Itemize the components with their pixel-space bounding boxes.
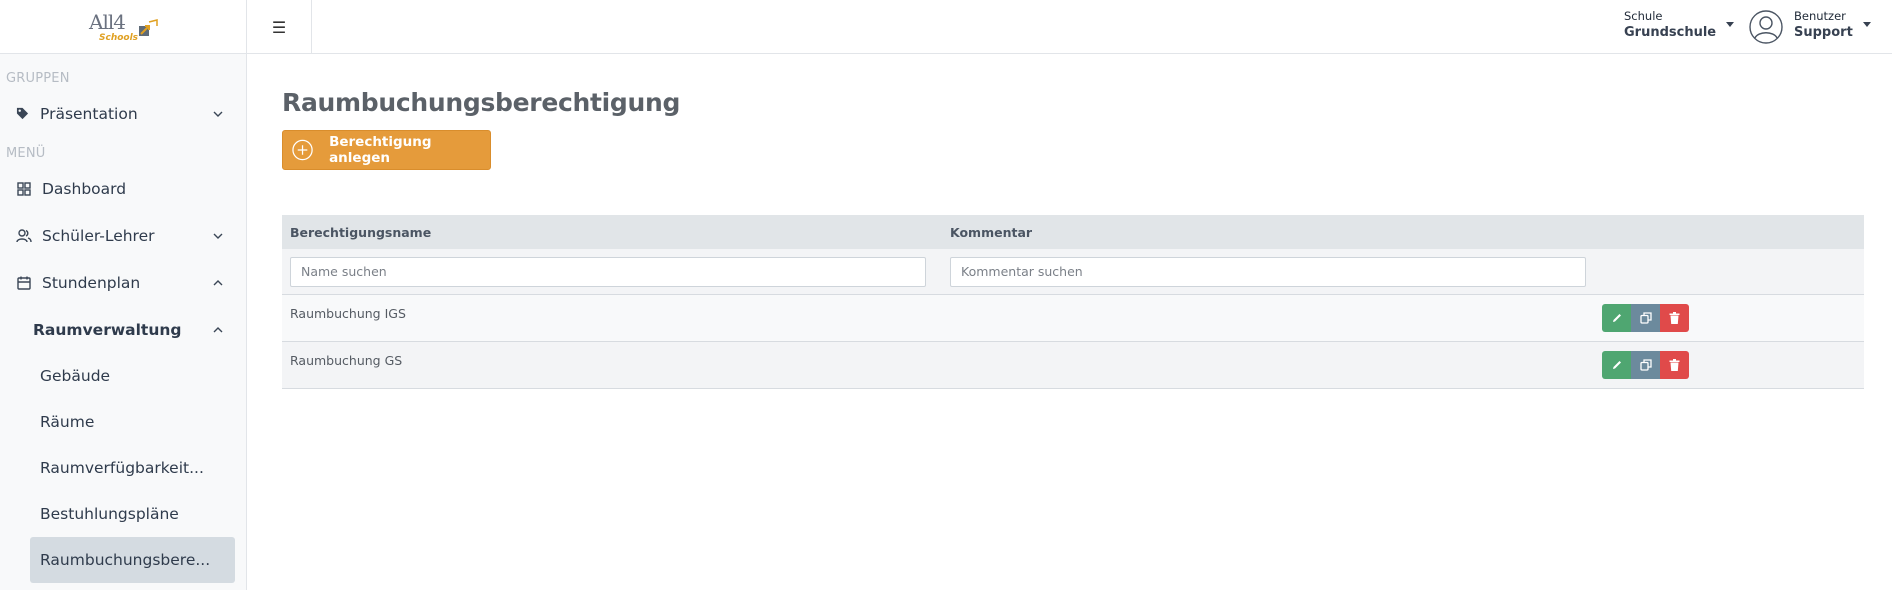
logo-area[interactable]: All4 Schools <box>0 0 246 54</box>
column-header-comment[interactable]: Kommentar <box>942 225 1602 240</box>
trash-icon <box>1669 312 1680 324</box>
sidebar-item-stundenplan[interactable]: Stundenplan <box>0 259 246 306</box>
users-icon <box>16 228 32 244</box>
user-selector[interactable]: Benutzer Support <box>1794 9 1871 42</box>
menu-toggle-button[interactable]: ☰ <box>247 0 312 54</box>
sidebar-item-schueler-lehrer[interactable]: Schüler-Lehrer <box>0 212 246 259</box>
row-actions <box>1602 295 1864 341</box>
filter-row <box>282 249 1864 295</box>
calendar-icon <box>16 275 32 291</box>
sidebar-item-dashboard[interactable]: Dashboard <box>0 165 246 212</box>
page-title: Raumbuchungsberechtigung <box>282 88 681 117</box>
user-label: Benutzer <box>1794 9 1846 23</box>
copy-icon <box>1639 312 1652 324</box>
row-comment <box>942 342 1602 388</box>
add-permission-button[interactable]: Berechtigung anlegen <box>282 130 491 170</box>
menu-section-label: MENÜ <box>6 146 46 161</box>
tag-icon <box>14 106 30 122</box>
edit-button[interactable] <box>1602 351 1631 379</box>
sidebar-item-praesentation[interactable]: Präsentation <box>0 90 246 137</box>
topbar: ☰ Schule Grundschule Benutzer Support <box>247 0 1892 54</box>
chevron-down-icon <box>212 230 224 242</box>
logo-text: All4 <box>89 9 126 34</box>
row-name: Raumbuchung GS <box>290 353 403 368</box>
copy-icon <box>1639 359 1652 371</box>
sidebar-item-label: Präsentation <box>40 104 138 123</box>
caret-down-icon <box>1862 22 1871 27</box>
pencil-icon <box>1612 314 1621 322</box>
hamburger-icon: ☰ <box>271 17 287 37</box>
caret-down-icon <box>1726 22 1735 27</box>
logo-mark-icon <box>139 18 158 36</box>
row-actions <box>1602 342 1864 388</box>
sidebar-item-raumverwaltung[interactable]: Raumverwaltung <box>0 306 246 353</box>
row-comment <box>942 295 1602 341</box>
copy-button[interactable] <box>1631 304 1660 332</box>
delete-button[interactable] <box>1660 304 1689 332</box>
school-label: Schule <box>1624 9 1663 23</box>
delete-button[interactable] <box>1660 351 1689 379</box>
sidebar-item-raumverfuegbarkeit[interactable]: Raumverfügbarkeit... <box>0 445 246 491</box>
grid-icon <box>16 181 32 197</box>
logo-subtext: Schools <box>99 32 139 43</box>
comment-search-input[interactable] <box>950 256 1586 287</box>
plus-circle-icon <box>292 139 313 161</box>
sidebar-item-bestuhlungsplaene[interactable]: Bestuhlungspläne <box>0 491 246 537</box>
chevron-up-icon <box>212 277 224 289</box>
sidebar-item-label: Raumverwaltung <box>33 320 182 339</box>
sidebar-item-label: Dashboard <box>42 179 127 198</box>
school-selector[interactable]: Schule Grundschule <box>1624 9 1735 42</box>
trash-icon <box>1669 359 1680 371</box>
edit-button[interactable] <box>1602 304 1631 332</box>
chevron-down-icon <box>212 108 224 120</box>
school-value: Grundschule <box>1624 25 1717 40</box>
sidebar: All4 Schools GRUPPEN Präsentation MENÜ D… <box>0 0 247 590</box>
row-name: Raumbuchung IGS <box>290 306 406 321</box>
pencil-icon <box>1612 361 1621 369</box>
sidebar-item-gebaeude[interactable]: Gebäude <box>0 353 246 399</box>
user-avatar-icon[interactable] <box>1749 10 1783 44</box>
permissions-table: Berechtigungsname Kommentar Raumbuchung … <box>282 215 1864 389</box>
add-button-label: Berechtigung anlegen <box>329 134 432 166</box>
app-logo[interactable]: All4 Schools <box>83 6 163 48</box>
groups-section-label: GRUPPEN <box>6 71 70 86</box>
sidebar-item-raeume[interactable]: Räume <box>0 399 246 445</box>
name-search-input[interactable] <box>290 256 926 287</box>
user-value: Support <box>1794 25 1853 40</box>
table-row[interactable]: Raumbuchung GS <box>282 342 1864 389</box>
sidebar-item-raumbuchungsberechtigung[interactable]: Raumbuchungsbere... <box>30 537 235 583</box>
sidebar-item-label: Schüler-Lehrer <box>42 226 155 245</box>
table-header: Berechtigungsname Kommentar <box>282 215 1864 249</box>
table-row[interactable]: Raumbuchung IGS <box>282 295 1864 342</box>
column-header-name[interactable]: Berechtigungsname <box>282 225 942 240</box>
sidebar-item-label: Stundenplan <box>42 273 141 292</box>
chevron-up-icon <box>212 324 224 336</box>
copy-button[interactable] <box>1631 351 1660 379</box>
main-content: Raumbuchungsberechtigung Berechtigung an… <box>247 55 1892 590</box>
